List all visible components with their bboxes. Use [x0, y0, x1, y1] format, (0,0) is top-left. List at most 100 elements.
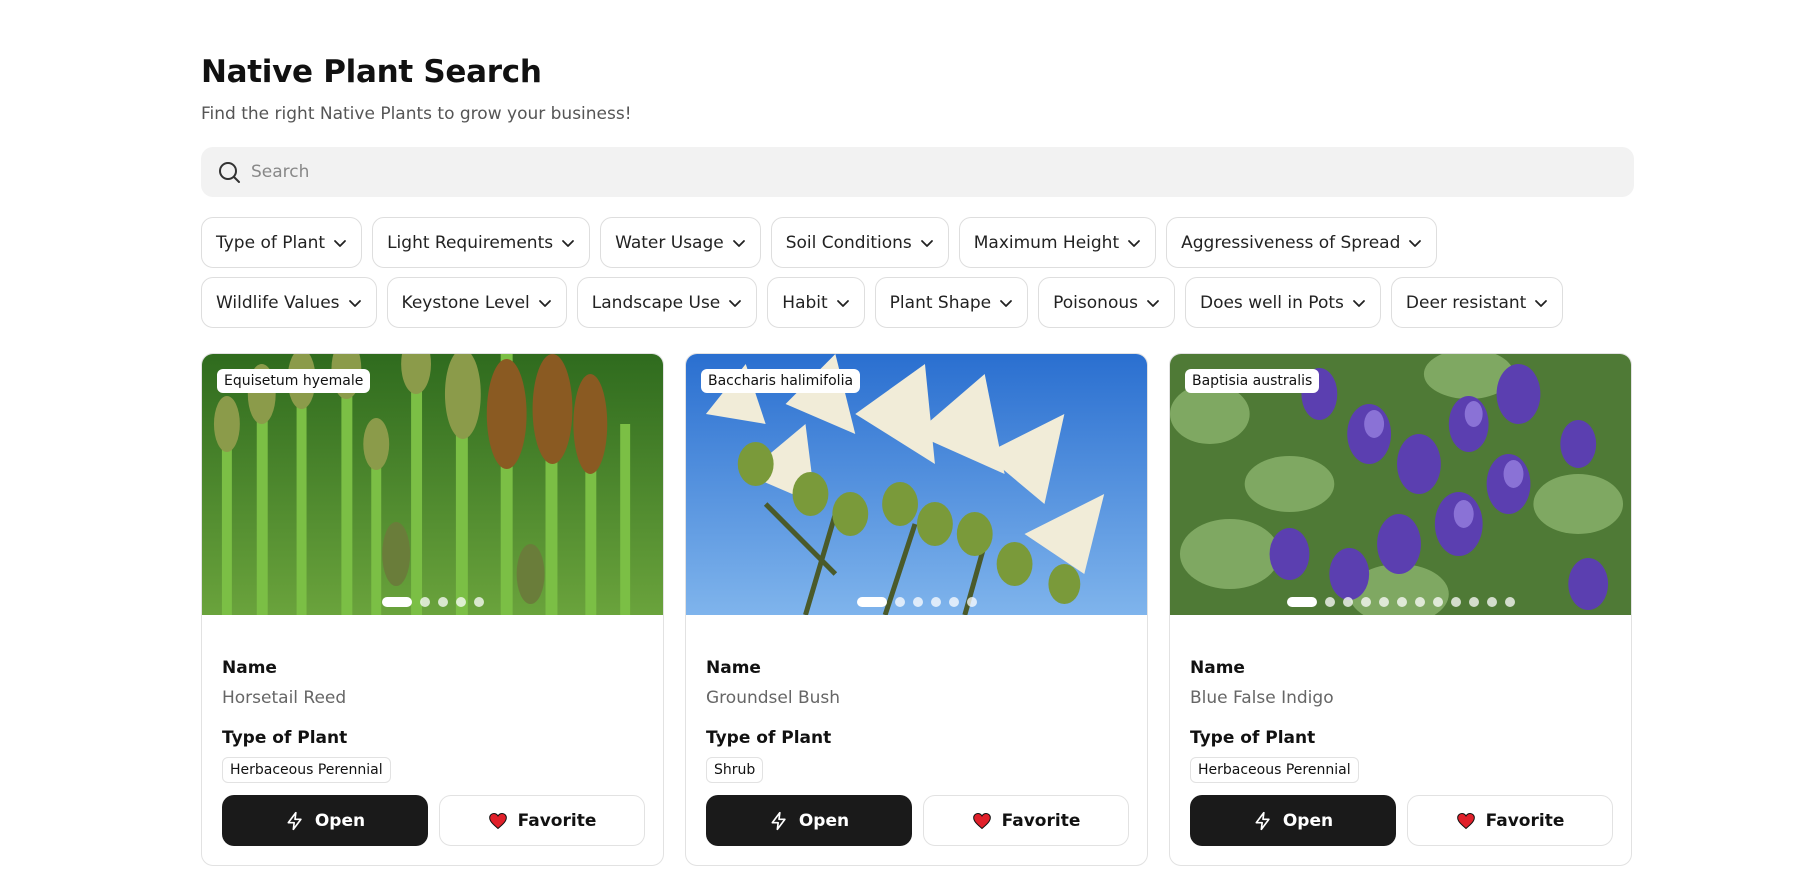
carousel-dot[interactable]: [1468, 597, 1479, 607]
chevron-down-icon: [562, 239, 574, 247]
page-subtitle: Find the right Native Plants to grow you…: [201, 104, 632, 124]
filter-wildlife-values[interactable]: Wildlife Values: [201, 277, 377, 328]
scientific-name-tag: Baptisia australis: [1185, 369, 1320, 393]
filter-label: Water Usage: [615, 232, 724, 253]
chevron-down-icon: [836, 299, 849, 307]
chevron-down-icon: [1409, 239, 1422, 247]
favorite-button-label: Favorite: [517, 810, 597, 831]
carousel-dot[interactable]: [1432, 597, 1443, 607]
carousel-dot[interactable]: [1360, 597, 1371, 607]
chevron-down-icon: [729, 299, 742, 307]
filter-label: Poisonous: [1053, 292, 1138, 313]
open-button[interactable]: Open: [1190, 795, 1396, 846]
carousel-dot[interactable]: [894, 597, 905, 607]
carousel-dots: [202, 597, 663, 607]
plant-photo: [1170, 354, 1631, 615]
lightning-icon: [287, 811, 302, 830]
filter-label: Habit: [782, 292, 828, 313]
carousel-dot[interactable]: [419, 597, 430, 607]
open-button-label: Open: [1282, 810, 1334, 831]
heart-icon: [1456, 812, 1475, 829]
chevron-down-icon: [1535, 299, 1548, 307]
carousel-dot[interactable]: [1378, 597, 1389, 607]
favorite-button[interactable]: Favorite: [439, 795, 645, 846]
plant-card: Baccharis halimifolia Name Groundsel Bus…: [685, 353, 1148, 866]
plant-type-badge: Herbaceous Perennial: [222, 757, 391, 783]
scientific-name-tag: Equisetum hyemale: [217, 369, 371, 393]
carousel-dot[interactable]: [930, 597, 941, 607]
filter-label: Wildlife Values: [216, 292, 340, 313]
type-label: Type of Plant: [1190, 728, 1316, 748]
carousel-dot[interactable]: [1324, 597, 1335, 607]
filter-label: Maximum Height: [973, 232, 1120, 253]
chevron-down-icon: [1000, 299, 1013, 307]
plant-photo-carousel[interactable]: Baptisia australis: [1170, 354, 1631, 615]
carousel-dot[interactable]: [1396, 597, 1407, 607]
chevron-down-icon: [920, 239, 933, 247]
carousel-dot[interactable]: [437, 597, 448, 607]
carousel-dot[interactable]: [1486, 597, 1497, 607]
heart-icon: [972, 812, 991, 829]
filter-label: Type of Plant: [216, 232, 326, 253]
open-button[interactable]: Open: [706, 795, 912, 846]
search-icon: [219, 162, 240, 183]
plant-card: Equisetum hyemale Name Horsetail Reed Ty…: [201, 353, 664, 866]
chevron-down-icon: [348, 299, 361, 307]
filter-label: Deer resistant: [1405, 292, 1527, 313]
filter-poisonous[interactable]: Poisonous: [1038, 277, 1175, 328]
type-label: Type of Plant: [706, 728, 832, 748]
favorite-button-label: Favorite: [1001, 810, 1081, 831]
filter-row-1: Type of Plant Light Requirements Water U…: [201, 217, 1634, 268]
chevron-down-icon: [1352, 299, 1365, 307]
filter-deer-resistant[interactable]: Deer resistant: [1390, 277, 1564, 328]
filter-landscape-use[interactable]: Landscape Use: [576, 277, 758, 328]
carousel-dot[interactable]: [1504, 597, 1515, 607]
open-button[interactable]: Open: [222, 795, 428, 846]
plant-photo-carousel[interactable]: Equisetum hyemale: [202, 354, 663, 615]
filter-light-requirements[interactable]: Light Requirements: [372, 217, 591, 268]
plant-photo: [202, 354, 663, 615]
filter-maximum-height[interactable]: Maximum Height: [958, 217, 1157, 268]
filter-label: Landscape Use: [591, 292, 721, 313]
carousel-dot[interactable]: [455, 597, 466, 607]
filter-type-of-plant[interactable]: Type of Plant: [201, 217, 363, 268]
plant-photo-carousel[interactable]: Baccharis halimifolia: [686, 354, 1147, 615]
plant-name: Blue False Indigo: [1190, 688, 1334, 708]
name-label: Name: [222, 658, 277, 678]
carousel-dot[interactable]: [1450, 597, 1461, 607]
carousel-dot-active[interactable]: [1286, 597, 1317, 607]
filter-aggressiveness-of-spread[interactable]: Aggressiveness of Spread: [1166, 217, 1438, 268]
plant-photo: [686, 354, 1147, 615]
chevron-down-icon: [538, 299, 551, 307]
carousel-dot-active[interactable]: [381, 597, 412, 607]
carousel-dot[interactable]: [966, 597, 977, 607]
carousel-dot[interactable]: [1414, 597, 1425, 607]
open-button-label: Open: [314, 810, 366, 831]
filter-label: Plant Shape: [889, 292, 992, 313]
plant-type-badge: Shrub: [706, 757, 764, 783]
search-bar[interactable]: [201, 147, 1634, 197]
filter-label: Aggressiveness of Spread: [1181, 232, 1401, 253]
lightning-icon: [1255, 811, 1270, 830]
filter-habit[interactable]: Habit: [767, 277, 865, 328]
filter-does-well-in-pots[interactable]: Does well in Pots: [1184, 277, 1381, 328]
filter-soil-conditions[interactable]: Soil Conditions: [770, 217, 949, 268]
carousel-dot[interactable]: [473, 597, 484, 607]
filter-plant-shape[interactable]: Plant Shape: [874, 277, 1029, 328]
carousel-dot-active[interactable]: [856, 597, 887, 607]
heart-icon: [488, 812, 507, 829]
carousel-dots: [686, 597, 1147, 607]
chevron-down-icon: [334, 239, 346, 247]
carousel-dot[interactable]: [912, 597, 923, 607]
favorite-button[interactable]: Favorite: [923, 795, 1129, 846]
carousel-dot[interactable]: [948, 597, 959, 607]
favorite-button[interactable]: Favorite: [1407, 795, 1613, 846]
filter-keystone-level[interactable]: Keystone Level: [386, 277, 567, 328]
plant-name: Horsetail Reed: [222, 688, 347, 708]
filter-label: Keystone Level: [401, 292, 530, 313]
filter-water-usage[interactable]: Water Usage: [600, 217, 761, 268]
filter-label: Light Requirements: [387, 232, 554, 253]
carousel-dot[interactable]: [1342, 597, 1353, 607]
search-input[interactable]: [251, 162, 1611, 182]
chevron-down-icon: [732, 239, 745, 247]
